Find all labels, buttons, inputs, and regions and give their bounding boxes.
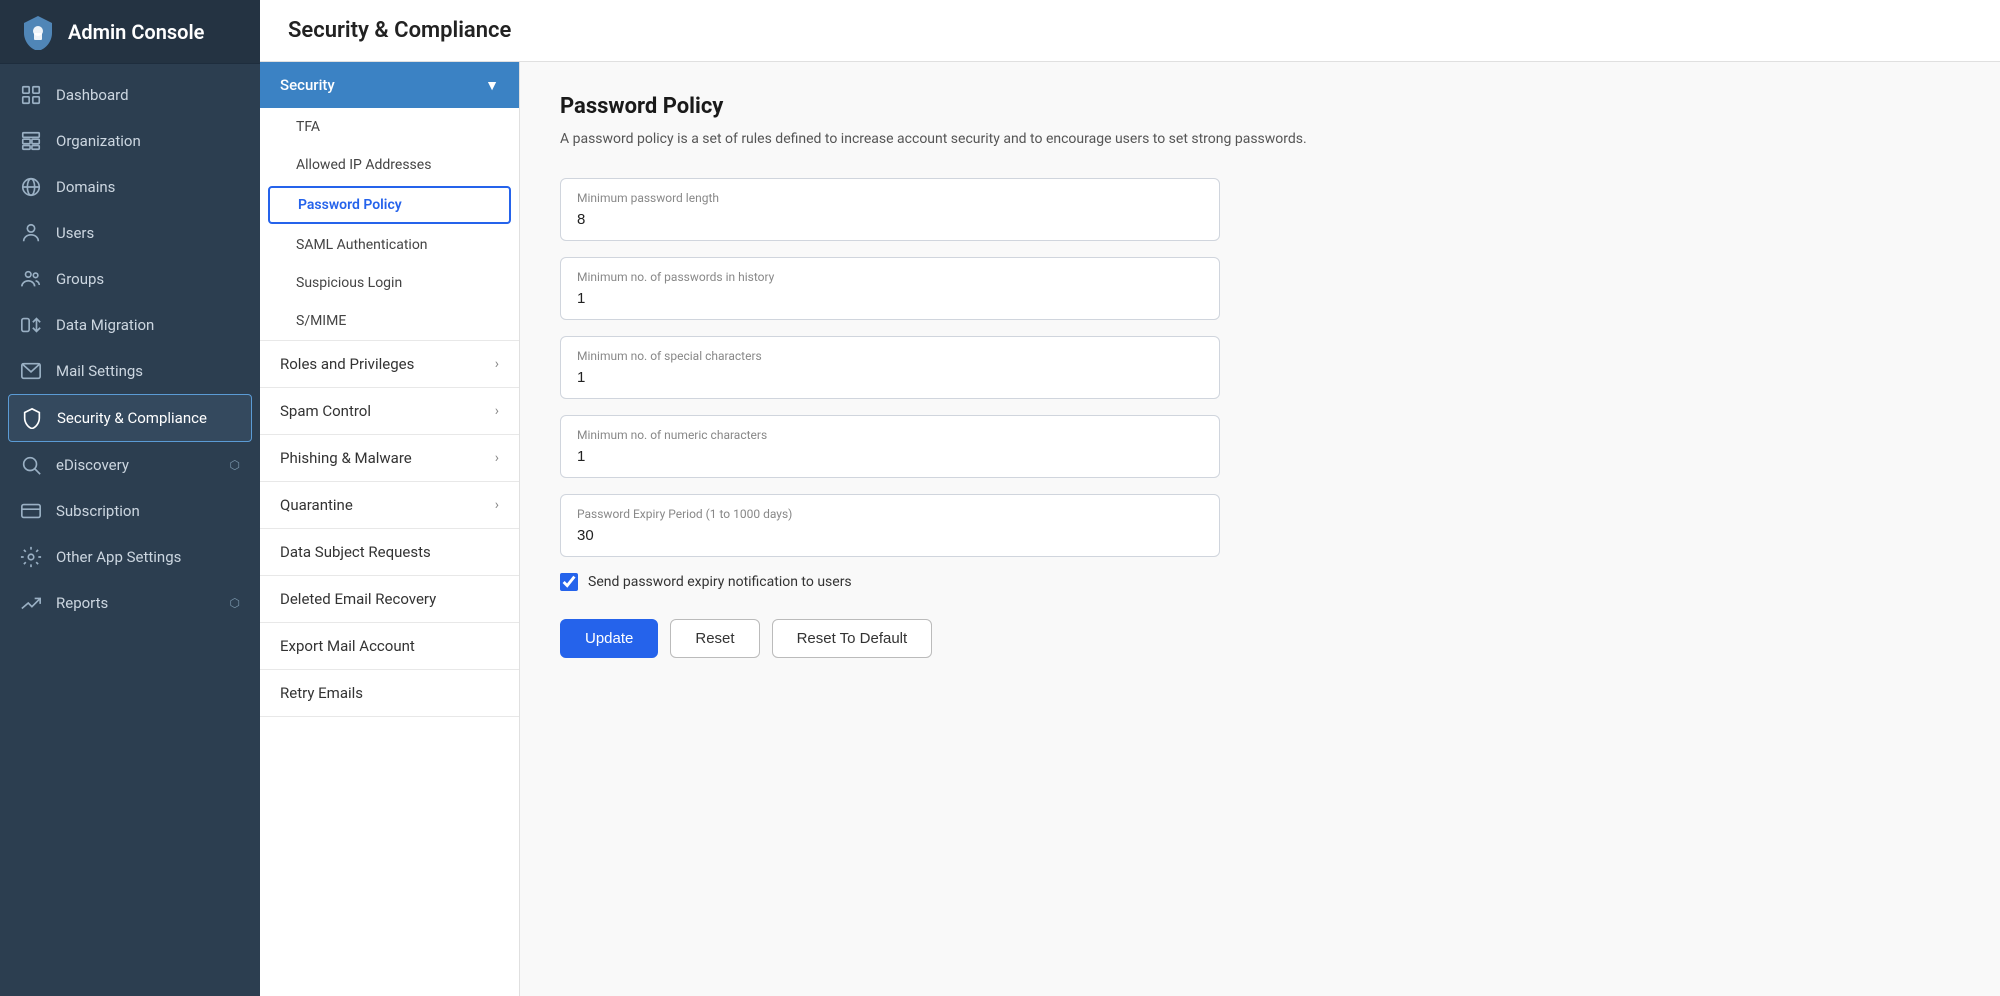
security-section-label: Security [280, 76, 335, 94]
field-expiry-period: Password Expiry Period (1 to 1000 days) [560, 494, 1220, 557]
sidebar-item-dashboard[interactable]: Dashboard [0, 72, 260, 118]
logo-icon [20, 14, 56, 50]
sidebar-label-groups: Groups [56, 270, 104, 288]
sub-nav-quarantine[interactable]: Quarantine › [260, 482, 519, 529]
button-row: Update Reset Reset To Default [560, 619, 1960, 658]
data-migration-icon [20, 314, 42, 336]
app-title: Admin Console [68, 20, 204, 44]
sub-nav-suspicious-login[interactable]: Suspicious Login [260, 264, 519, 302]
input-min-special[interactable] [577, 369, 1203, 386]
sidebar-label-users: Users [56, 224, 94, 242]
password-policy-description: A password policy is a set of rules defi… [560, 129, 1960, 150]
sidebar-item-domains[interactable]: Domains [0, 164, 260, 210]
main-wrapper: Security & Compliance Security ▼ TFA All… [260, 0, 2000, 996]
sidebar-item-organization[interactable]: Organization [0, 118, 260, 164]
label-expiry-period: Password Expiry Period (1 to 1000 days) [577, 507, 1203, 521]
checkbox-row-expiry-notification: Send password expiry notification to use… [560, 573, 1960, 591]
sub-nav-data-subject-requests[interactable]: Data Subject Requests [260, 529, 519, 576]
input-min-history[interactable] [577, 290, 1203, 307]
sidebar-item-security-compliance[interactable]: Security & Compliance [8, 394, 252, 442]
page-title: Security & Compliance [288, 18, 1972, 43]
ediscovery-ext-icon: ⬡ [230, 458, 240, 472]
sub-nav-spam-control[interactable]: Spam Control › [260, 388, 519, 435]
subscription-icon [20, 500, 42, 522]
domains-icon [20, 176, 42, 198]
sidebar-label-security-compliance: Security & Compliance [57, 409, 207, 427]
reports-ext-icon: ⬡ [230, 596, 240, 610]
sidebar-item-groups[interactable]: Groups [0, 256, 260, 302]
sidebar-item-subscription[interactable]: Subscription [0, 488, 260, 534]
sidebar-item-data-migration[interactable]: Data Migration [0, 302, 260, 348]
field-min-special: Minimum no. of special characters [560, 336, 1220, 399]
sidebar-label-dashboard: Dashboard [56, 86, 129, 104]
phishing-chevron-icon: › [495, 450, 499, 466]
sidebar-item-reports[interactable]: Reports ⬡ [0, 580, 260, 626]
reports-icon [20, 592, 42, 614]
sidebar-header: Admin Console [0, 0, 260, 64]
sub-nav-tfa[interactable]: TFA [260, 108, 519, 146]
security-section: Security ▼ TFA Allowed IP Addresses Pass… [260, 62, 519, 341]
label-min-history: Minimum no. of passwords in history [577, 270, 1203, 284]
field-min-numeric: Minimum no. of numeric characters [560, 415, 1220, 478]
sidebar-item-mail-settings[interactable]: Mail Settings [0, 348, 260, 394]
sidebar-label-other-app-settings: Other App Settings [56, 548, 181, 566]
sub-nav-retry-emails[interactable]: Retry Emails [260, 670, 519, 717]
sidebar-label-organization: Organization [56, 132, 141, 150]
dashboard-icon [20, 84, 42, 106]
page-header: Security & Compliance [260, 0, 2000, 62]
checkbox-label-expiry-notification: Send password expiry notification to use… [588, 574, 852, 590]
update-button[interactable]: Update [560, 619, 658, 658]
sub-nav-saml[interactable]: SAML Authentication [260, 226, 519, 264]
sidebar-label-subscription: Subscription [56, 502, 140, 520]
label-min-numeric: Minimum no. of numeric characters [577, 428, 1203, 442]
ediscovery-icon [20, 454, 42, 476]
users-icon [20, 222, 42, 244]
spam-chevron-icon: › [495, 403, 499, 419]
security-icon [21, 407, 43, 429]
mail-settings-icon [20, 360, 42, 382]
content-pane: Password Policy A password policy is a s… [520, 62, 2000, 996]
field-min-length: Minimum password length [560, 178, 1220, 241]
sub-nav-smime[interactable]: S/MIME [260, 302, 519, 340]
sidebar-item-users[interactable]: Users [0, 210, 260, 256]
input-expiry-period[interactable] [577, 527, 1203, 544]
reset-default-button[interactable]: Reset To Default [772, 619, 933, 658]
input-min-numeric[interactable] [577, 448, 1203, 465]
sub-nav-allowed-ip[interactable]: Allowed IP Addresses [260, 146, 519, 184]
roles-chevron-icon: › [495, 356, 499, 372]
sub-nav-phishing-malware[interactable]: Phishing & Malware › [260, 435, 519, 482]
sub-nav-deleted-email-recovery[interactable]: Deleted Email Recovery [260, 576, 519, 623]
sidebar-label-data-migration: Data Migration [56, 316, 154, 334]
sidebar-nav: Dashboard Organization Domains Users [0, 64, 260, 996]
other-app-icon [20, 546, 42, 568]
sub-nav-roles-privileges[interactable]: Roles and Privileges › [260, 341, 519, 388]
sidebar-item-ediscovery[interactable]: eDiscovery ⬡ [0, 442, 260, 488]
input-min-length[interactable] [577, 211, 1203, 228]
sidebar-label-domains: Domains [56, 178, 115, 196]
label-min-special: Minimum no. of special characters [577, 349, 1203, 363]
content-area: Security ▼ TFA Allowed IP Addresses Pass… [260, 62, 2000, 996]
organization-icon [20, 130, 42, 152]
sidebar: Admin Console Dashboard Organization Dom… [0, 0, 260, 996]
quarantine-chevron-icon: › [495, 497, 499, 513]
field-min-history: Minimum no. of passwords in history [560, 257, 1220, 320]
security-chevron-icon: ▼ [485, 77, 499, 94]
sidebar-label-ediscovery: eDiscovery [56, 456, 129, 474]
sidebar-item-other-app-settings[interactable]: Other App Settings [0, 534, 260, 580]
sidebar-label-reports: Reports [56, 594, 108, 612]
sub-nav-password-policy[interactable]: Password Policy [268, 186, 511, 224]
sidebar-label-mail-settings: Mail Settings [56, 362, 143, 380]
sub-sidebar: Security ▼ TFA Allowed IP Addresses Pass… [260, 62, 520, 996]
label-min-length: Minimum password length [577, 191, 1203, 205]
groups-icon [20, 268, 42, 290]
password-policy-title: Password Policy [560, 94, 1960, 119]
reset-button[interactable]: Reset [670, 619, 759, 658]
sub-nav-export-mail-account[interactable]: Export Mail Account [260, 623, 519, 670]
security-section-header[interactable]: Security ▼ [260, 62, 519, 108]
checkbox-expiry-notification[interactable] [560, 573, 578, 591]
